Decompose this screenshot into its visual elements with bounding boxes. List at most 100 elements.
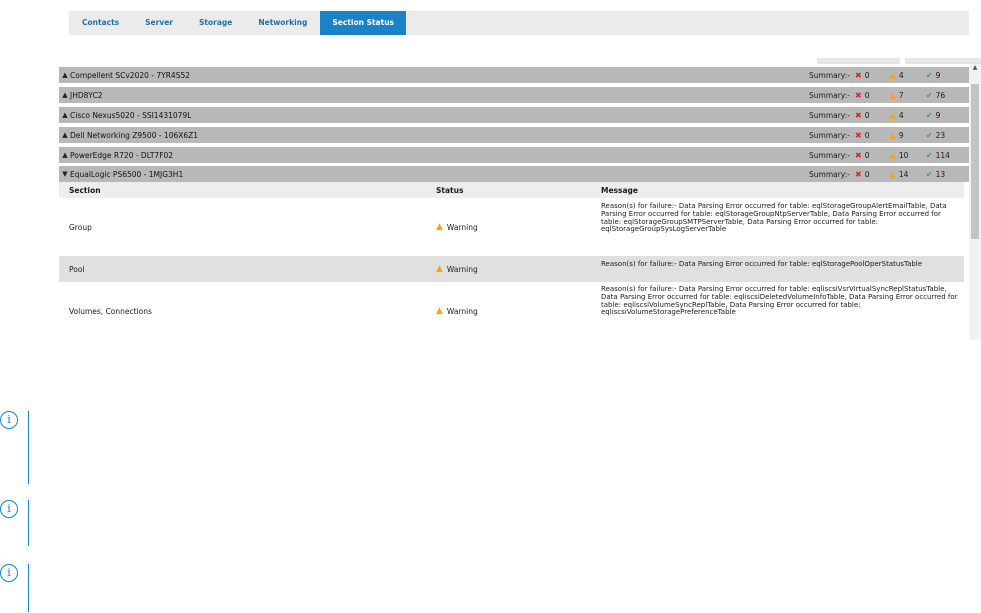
warning-triangle-icon: ▲ [436,222,443,232]
table-row: Pool ▲ Warning Reason(s) for failure:- D… [59,256,964,283]
table-row: Group ▲ Warning Reason(s) for failure:- … [59,198,964,256]
check-icon: ✔ [925,150,933,160]
chevron-up-icon: ▲ [62,71,68,79]
warning-triangle-icon: ▲ [889,150,896,160]
tab-storage[interactable]: Storage [186,11,245,35]
ok-count: 9 [935,70,941,80]
device-summary: Summary:- ✖ 0 ▲ 4 ✔ 9 [809,67,940,83]
check-icon: ✔ [925,90,933,100]
ok-count: 76 [935,90,946,100]
status-text: Warning [446,306,478,316]
message-cell: Reason(s) for failure:- Data Parsing Err… [601,260,923,268]
info-icon: i [0,500,18,518]
summary-label: Summary:- [809,90,850,100]
column-header-section: Section [69,185,101,195]
ok-count: 23 [935,130,946,140]
device-summary: Summary:- ✖ 0 ▲ 4 ✔ 9 [809,107,940,123]
summary-label: Summary:- [809,130,850,140]
chevron-up-icon: ▲ [62,91,68,99]
section-status-panel: ▲ Compellent SCv2020 - 7YR4S52 Summary:-… [59,56,981,341]
column-header-message: Message [601,185,638,195]
error-count: 0 [864,130,870,140]
error-count: 0 [864,70,870,80]
device-row-equallogic[interactable]: ▼ EqualLogic PS6500 - 1MJG3H1 Summary:- … [59,166,970,182]
message-cell: Reason(s) for failure:- Data Parsing Err… [601,202,947,234]
x-icon: ✖ [855,169,862,179]
device-summary: Summary:- ✖ 0 ▲ 14 ✔ 13 [809,166,945,182]
ok-count: 114 [935,150,950,160]
device-summary: Summary:- ✖ 0 ▲ 9 ✔ 23 [809,127,945,143]
tab-bar: Contacts Server Storage Networking Secti… [69,11,969,35]
device-row-compellent[interactable]: ▲ Compellent SCv2020 - 7YR4S52 Summary:-… [59,67,970,83]
status-cell: ▲ Warning [436,222,478,232]
summary-label: Summary:- [809,150,850,160]
error-count: 0 [864,90,870,100]
x-icon: ✖ [855,70,862,80]
warning-triangle-icon: ▲ [436,306,443,316]
warning-triangle-icon: ▲ [889,90,896,100]
check-icon: ✔ [925,169,933,179]
warning-count: 4 [898,110,904,120]
error-count: 0 [864,110,870,120]
callout-divider [28,564,29,612]
scroll-thumb[interactable] [971,84,979,239]
vertical-scrollbar[interactable]: ▲ [969,64,981,340]
status-cell: ▲ Warning [436,264,478,274]
chevron-up-icon: ▲ [62,131,68,139]
warning-triangle-icon: ▲ [889,130,896,140]
chevron-down-icon: ▼ [62,170,68,178]
column-header-stub [817,58,900,64]
x-icon: ✖ [855,110,862,120]
x-icon: ✖ [855,130,862,140]
warning-count: 7 [898,90,904,100]
x-icon: ✖ [855,150,862,160]
status-text: Warning [446,264,478,274]
warning-count: 4 [898,70,904,80]
device-row-cisco-nexus[interactable]: ▲ Cisco Nexus5020 - SSI1431079L Summary:… [59,107,970,123]
column-header-status: Status [436,185,464,195]
device-summary: Summary:- ✖ 0 ▲ 7 ✔ 76 [809,87,945,103]
x-icon: ✖ [855,90,862,100]
warning-triangle-icon: ▲ [889,169,896,179]
section-cell: Group [69,223,92,232]
tab-server[interactable]: Server [132,11,186,35]
callout-divider [28,411,29,484]
section-cell: Pool [69,265,85,274]
device-row-dell-networking[interactable]: ▲ Dell Networking Z9500 - 106X6Z1 Summar… [59,127,970,143]
table-header: Section Status Message [59,182,964,198]
table-row: Volumes, Connections ▲ Warning Reason(s)… [59,283,964,341]
device-summary: Summary:- ✖ 0 ▲ 10 ✔ 114 [809,147,950,163]
error-count: 0 [864,150,870,160]
tab-contacts[interactable]: Contacts [69,11,132,35]
warning-count: 10 [898,150,909,160]
status-cell: ▲ Warning [436,306,478,316]
tab-networking[interactable]: Networking [245,11,320,35]
error-count: 0 [864,169,870,179]
ok-count: 13 [935,169,946,179]
section-detail-table: Section Status Message Group ▲ Warning R… [59,182,964,341]
message-cell: Reason(s) for failure:- Data Parsing Err… [601,285,958,317]
summary-label: Summary:- [809,110,850,120]
device-row-jhd8yc2[interactable]: ▲ JHD8YC2 Summary:- ✖ 0 ▲ 7 ✔ 76 [59,87,970,103]
section-cell: Volumes, Connections [69,307,152,316]
warning-triangle-icon: ▲ [889,70,896,80]
chevron-up-icon: ▲ [62,151,68,159]
info-icon: i [0,564,18,582]
tab-section-status[interactable]: Section Status [320,11,407,35]
summary-label: Summary:- [809,169,850,179]
status-text: Warning [446,222,478,232]
callout-divider [28,500,29,546]
check-icon: ✔ [925,70,933,80]
ok-count: 9 [935,110,941,120]
warning-count: 9 [898,130,904,140]
chevron-up-icon: ▲ [62,111,68,119]
device-row-poweredge[interactable]: ▲ PowerEdge R720 - DLT7F02 Summary:- ✖ 0… [59,147,970,163]
warning-triangle-icon: ▲ [436,264,443,274]
info-icon: i [0,411,18,429]
check-icon: ✔ [925,130,933,140]
scroll-up-arrow-icon[interactable]: ▲ [969,64,981,74]
check-icon: ✔ [925,110,933,120]
warning-count: 14 [898,169,909,179]
warning-triangle-icon: ▲ [889,110,896,120]
summary-label: Summary:- [809,70,850,80]
